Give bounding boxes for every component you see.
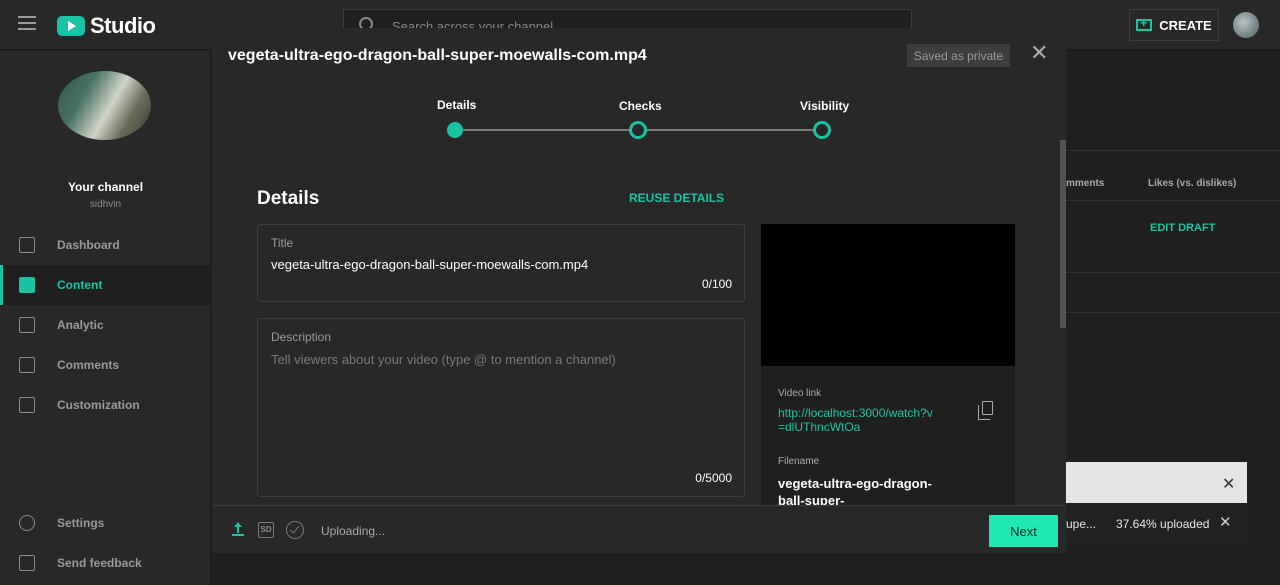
divider [1066,272,1280,273]
sidebar-item-label: Dashboard [57,238,120,252]
sidebar-item-label: Analytic [57,318,104,332]
title-field-value[interactable]: vegeta-ultra-ego-dragon-ball-super-moewa… [271,257,588,272]
reuse-details-button[interactable]: REUSE DETAILS [629,191,724,205]
toast-filename: upe... [1066,517,1097,531]
sidebar-item-settings[interactable]: Settings [0,503,211,543]
dialog-footer: SD Uploading... Next [212,505,1066,553]
upload-progress-toast: upe... 37.64% uploaded ✕ [1066,503,1247,542]
video-preview-panel: Video link http://localhost:3000/watch?v… [761,224,1015,505]
sidebar: Your channel sidhvin Dashboard Content A… [0,51,211,585]
title-char-count: 0/100 [701,277,732,291]
step-dot-details[interactable] [447,122,463,138]
close-icon[interactable]: ✕ [1219,513,1232,531]
upload-status-text: Uploading... [321,524,386,538]
sidebar-item-dashboard[interactable]: Dashboard [0,225,211,265]
sidebar-item-content[interactable]: Content [0,265,211,305]
next-button[interactable]: Next [989,515,1058,547]
step-dot-checks[interactable] [629,121,647,139]
dialog-scrollbar[interactable] [1060,140,1066,328]
check-circle-icon [286,521,304,539]
copy-icon[interactable] [978,401,993,420]
description-field-label: Description [271,330,332,344]
step-connector [646,129,814,131]
analytics-icon [19,317,35,333]
title-field[interactable]: Title vegeta-ultra-ego-dragon-ball-super… [257,224,745,302]
description-placeholder[interactable]: Tell viewers about your video (type @ to… [271,352,616,367]
sidebar-item-label: Settings [57,516,105,530]
sidebar-item-analytic[interactable]: Analytic [0,305,211,345]
sd-quality-icon: SD [258,522,274,538]
menu-icon[interactable] [18,16,36,30]
sidebar-item-label: Send feedback [57,556,142,570]
feedback-icon [19,555,35,571]
description-field[interactable]: Description Tell viewers about your vide… [257,318,745,497]
filename-value: vegeta-ultra-ego-dragon-ball-super- [778,476,932,505]
divider [1066,312,1280,313]
upload-icon [232,522,244,536]
comments-icon [19,357,35,373]
filename-label: Filename [778,456,820,467]
notification-toast: ✕ [1066,462,1247,503]
channel-avatar[interactable] [58,71,151,140]
video-link-label: Video link [778,388,822,399]
step-label-checks[interactable]: Checks [619,99,662,113]
sidebar-item-label: Comments [57,358,120,372]
step-label-details[interactable]: Details [437,98,476,112]
page-bottom [212,553,1280,585]
close-icon[interactable]: ✕ [1222,474,1235,494]
content-icon [19,277,35,293]
studio-logo[interactable]: Studio [57,13,156,39]
step-label-visibility[interactable]: Visibility [800,99,849,113]
create-button[interactable]: CREATE [1129,9,1219,41]
column-header-comments[interactable]: mments [1066,178,1104,189]
column-header-likes[interactable]: Likes (vs. dislikes) [1148,178,1236,189]
logo-text: Studio [90,13,156,38]
description-char-count: 0/5000 [695,471,732,485]
sidebar-item-customization[interactable]: Customization [0,385,211,425]
section-title: Details [257,188,320,209]
upload-dialog: vegeta-ultra-ego-dragon-ball-super-moewa… [212,28,1066,553]
sidebar-item-send-feedback[interactable]: Send feedback [0,543,211,583]
dashboard-icon [19,237,35,253]
create-video-icon [1136,16,1153,31]
gear-icon [19,515,35,531]
video-player[interactable] [761,224,1015,366]
sidebar-item-comments[interactable]: Comments [0,345,211,385]
video-link[interactable]: http://localhost:3000/watch?v=dlUThncWtO… [778,406,938,434]
upload-progress-text: 37.64% uploaded [1116,517,1210,531]
customization-icon [19,397,35,413]
play-logo-icon [57,16,85,36]
step-connector [462,129,630,131]
account-avatar[interactable] [1233,12,1259,38]
sidebar-item-label: Content [57,278,103,292]
sidebar-item-label: Customization [57,398,140,412]
divider [1066,150,1280,151]
edit-draft-link[interactable]: EDIT DRAFT [1150,222,1215,234]
divider [1066,200,1280,201]
channel-label: Your channel [67,180,144,194]
channel-name: sidhvin [89,199,122,210]
title-field-label: Title [271,236,294,250]
create-label: CREATE [1159,17,1212,33]
upload-stepper: Details Checks Visibility [212,28,1066,148]
step-dot-visibility[interactable] [813,121,831,139]
